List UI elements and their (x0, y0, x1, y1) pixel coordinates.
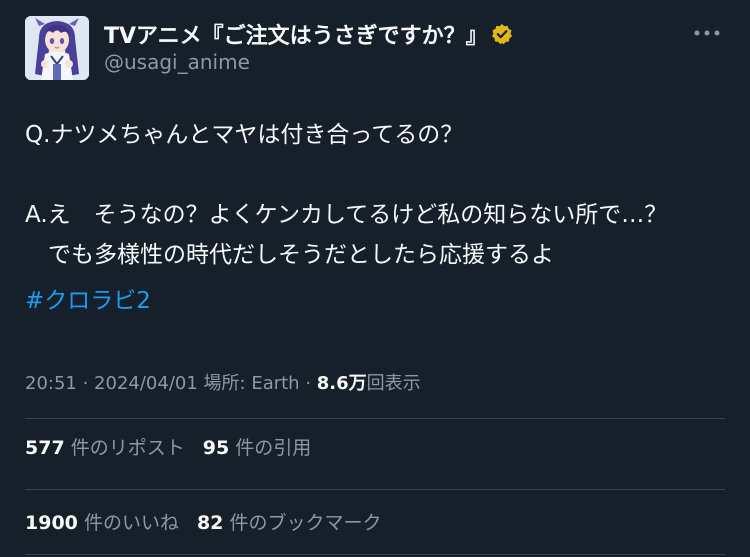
likes-link[interactable]: 1900 件のいいね (25, 512, 179, 534)
reposts-count: 577 (25, 437, 65, 459)
tweet-date[interactable]: 2024/04/01 (94, 373, 198, 394)
quotes-count: 95 (202, 437, 230, 459)
tweet-text: Q.ナツメちゃんとマヤは付き合ってるの？ A.え そうなの？よくケンカしてるけど… (25, 122, 668, 268)
avatar[interactable] (25, 16, 89, 80)
reposts-label: 件のリポスト (70, 437, 185, 459)
divider (25, 418, 725, 419)
tweet-meta: 20:51 · 2024/04/01 場所: Earth · 8.6万回表示 (25, 370, 421, 398)
more-options-icon[interactable] (692, 23, 722, 43)
views-label: 回表示 (366, 373, 421, 394)
divider (25, 554, 725, 555)
anime-character-avatar-image (25, 16, 89, 80)
meta-separator: · (76, 373, 95, 394)
quotes-link[interactable]: 95 件の引用 (203, 437, 312, 459)
tweet-time[interactable]: 20:51 (25, 373, 77, 394)
likes-label: 件のいいね (83, 512, 179, 534)
bookmarks-link[interactable]: 82 件のブックマーク (197, 512, 382, 534)
bookmarks-count: 82 (196, 512, 224, 534)
engagement-row-1: 577 件のリポスト 95 件の引用 (25, 434, 311, 462)
hashtag-link[interactable]: #クロラビ2 (25, 283, 151, 319)
reposts-link[interactable]: 577 件のリポスト (25, 437, 185, 459)
meta-separator-2: · (299, 373, 317, 394)
divider (25, 489, 725, 490)
verified-icon (491, 23, 513, 45)
quotes-label: 件の引用 (235, 437, 312, 459)
engagement-row-2: 1900 件のいいね 82 件のブックマーク (25, 509, 381, 537)
tweet-location: 場所: Earth (203, 373, 300, 394)
display-name[interactable]: TVアニメ『ご注文はうさぎですか？』 (104, 18, 488, 50)
likes-count: 1900 (25, 512, 78, 534)
account-handle[interactable]: @usagi_anime (104, 50, 250, 74)
bookmarks-label: 件のブックマーク (229, 512, 382, 534)
display-name-row[interactable]: TVアニメ『ご注文はうさぎですか？』 (104, 18, 513, 50)
views-count: 8.6万 (316, 373, 367, 394)
